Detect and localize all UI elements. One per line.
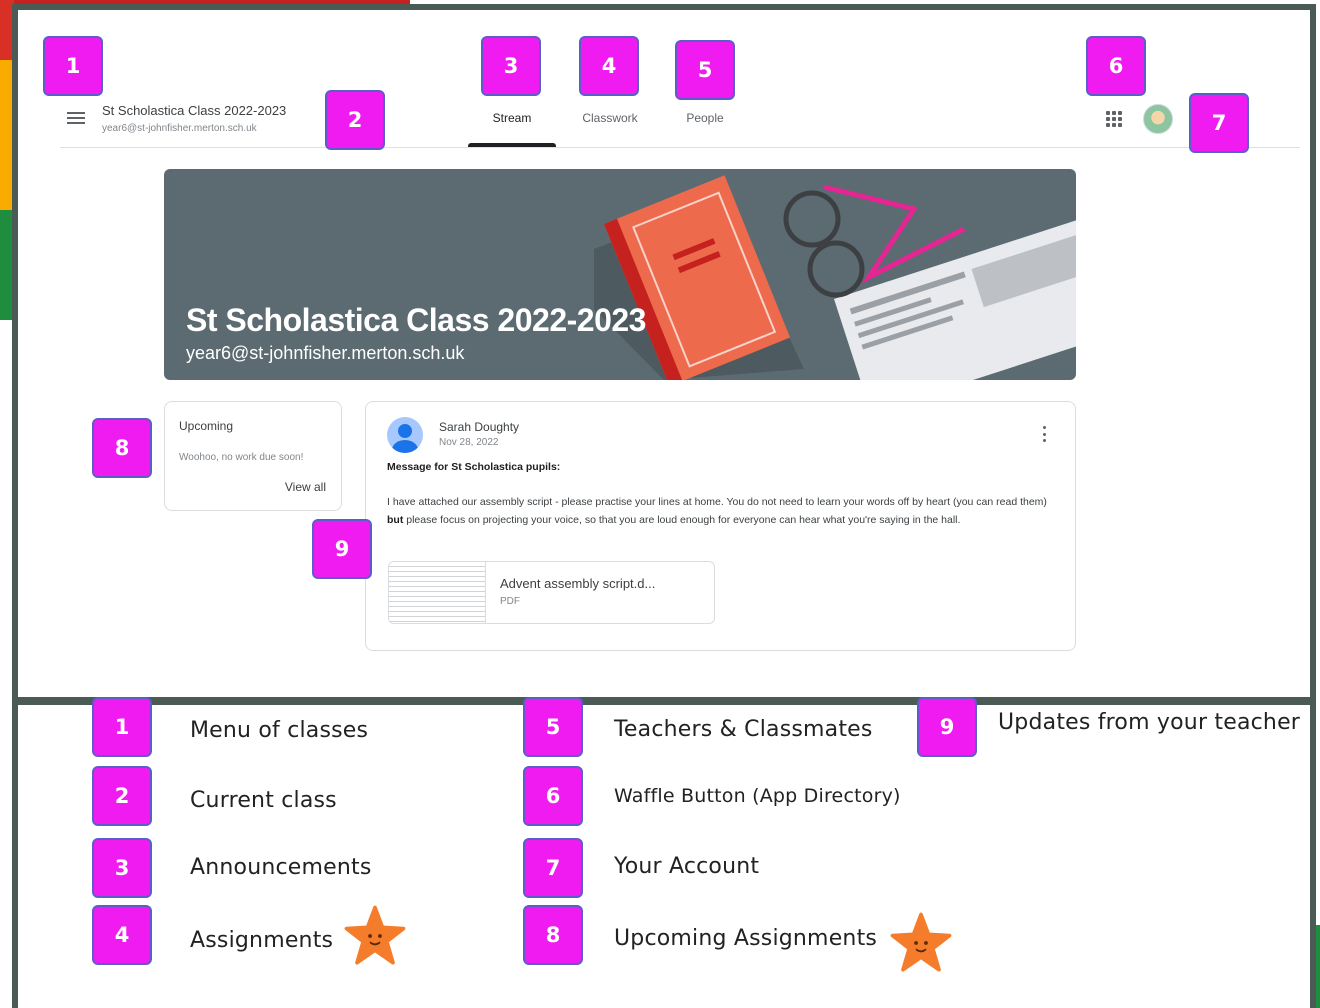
callout-badge-8: 8 — [92, 418, 152, 478]
legend-label-7: Your Account — [614, 854, 760, 879]
legend-label-2: Current class — [190, 788, 337, 813]
upcoming-message: Woohoo, no work due soon! — [179, 452, 304, 463]
callout-badge-4: 4 — [579, 36, 639, 96]
more-options-icon[interactable] — [1043, 426, 1047, 442]
star-icon — [344, 905, 406, 965]
post-body-part2: please focus on projecting your voice, s… — [403, 513, 961, 526]
legend-label-4: Assignments — [190, 928, 334, 953]
callout-badge-3: 3 — [481, 36, 541, 96]
post-body-bold: but — [387, 513, 404, 526]
tab-stream[interactable]: Stream — [470, 111, 554, 125]
class-title[interactable]: St Scholastica Class 2022-2023 — [102, 103, 286, 118]
post-author: Sarah Doughty — [439, 420, 520, 434]
callout-badge-5: 5 — [675, 40, 735, 100]
star-icon — [890, 912, 952, 972]
attachment-name: Advent assembly script.d... — [500, 576, 656, 591]
callout-badge-1: 1 — [43, 36, 103, 96]
apps-grid-icon[interactable] — [1106, 111, 1122, 127]
attachment-thumbnail — [389, 562, 486, 623]
legend-badge-5: 5 — [523, 697, 583, 757]
legend-label-3: Announcements — [190, 855, 372, 880]
legend-badge-7: 7 — [523, 838, 583, 898]
announcement-post: Sarah Doughty Nov 28, 2022 Message for S… — [365, 401, 1076, 651]
legend-badge-1: 1 — [92, 697, 152, 757]
tab-classwork[interactable]: Classwork — [568, 111, 652, 125]
class-banner: St Scholastica Class 2022-2023 year6@st-… — [164, 169, 1076, 380]
legend-badge-6: 6 — [523, 766, 583, 826]
header-divider — [60, 147, 1300, 148]
attachment-card[interactable]: Advent assembly script.d... PDF — [388, 561, 715, 624]
callout-badge-2: 2 — [325, 90, 385, 150]
legend-label-9: Updates from your teacher — [998, 710, 1301, 735]
legend-badge-4: 4 — [92, 905, 152, 965]
upcoming-card: Upcoming Woohoo, no work due soon! View … — [164, 401, 342, 511]
upcoming-title: Upcoming — [179, 419, 234, 433]
account-avatar[interactable] — [1143, 104, 1173, 134]
author-avatar — [387, 417, 423, 453]
attachment-type: PDF — [500, 596, 520, 607]
legend-badge-9: 9 — [917, 697, 977, 757]
legend-badge-3: 3 — [92, 838, 152, 898]
tab-people[interactable]: People — [668, 111, 742, 125]
view-all-link[interactable]: View all — [285, 480, 326, 494]
legend-badge-8: 8 — [523, 905, 583, 965]
menu-icon[interactable] — [67, 112, 85, 124]
post-body: I have attached our assembly script - pl… — [387, 494, 1057, 529]
callout-badge-9: 9 — [312, 519, 372, 579]
legend-label-1: Menu of classes — [190, 718, 369, 743]
legend-label-8: Upcoming Assignments — [614, 926, 878, 951]
legend-badge-2: 2 — [92, 766, 152, 826]
class-email: year6@st-johnfisher.merton.sch.uk — [102, 123, 257, 134]
section-divider — [12, 697, 1316, 705]
post-date: Nov 28, 2022 — [439, 437, 499, 448]
callout-badge-7: 7 — [1189, 93, 1249, 153]
post-body-part1: I have attached our assembly script - pl… — [387, 496, 1047, 508]
banner-title: St Scholastica Class 2022-2023 — [186, 302, 646, 338]
legend-label-5: Teachers & Classmates — [614, 717, 873, 742]
callout-badge-6: 6 — [1086, 36, 1146, 96]
banner-email: year6@st-johnfisher.merton.sch.uk — [186, 343, 465, 363]
post-heading: Message for St Scholastica pupils: — [387, 461, 561, 473]
legend-label-6: Waffle Button (App Directory) — [614, 785, 901, 807]
